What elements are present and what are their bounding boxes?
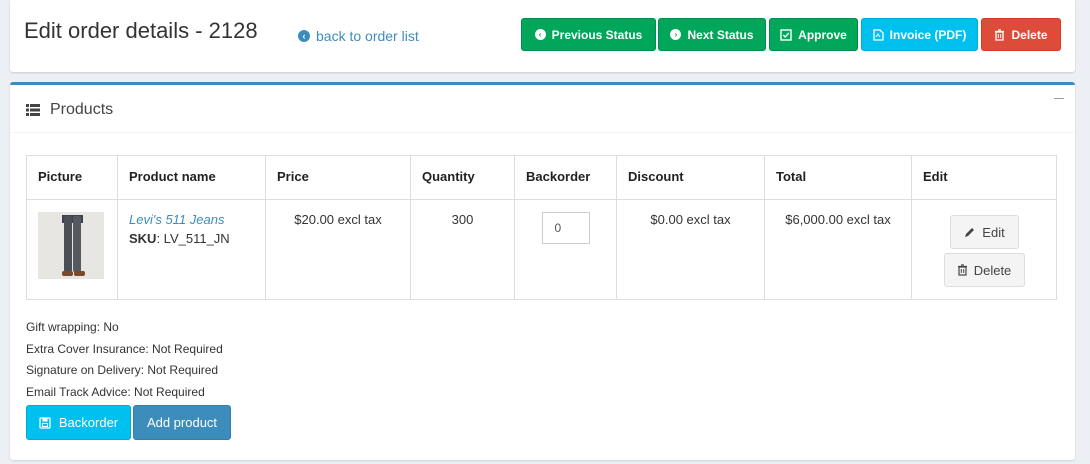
edit-label: Edit: [982, 224, 1005, 240]
add-product-label: Add product: [146, 415, 218, 430]
column-header: Total: [764, 155, 912, 200]
sku-label: SKU: [129, 231, 157, 246]
delete-order-button[interactable]: Delete: [981, 18, 1061, 51]
column-header: Quantity: [410, 155, 515, 200]
price-cell: $20.00 excl tax: [265, 199, 411, 300]
signature-on-delivery-text: Signature on Delivery: Not Required: [26, 363, 219, 377]
product-sku: SKU: LV_511_JN: [129, 231, 254, 246]
invoice-pdf-button[interactable]: Invoice (PDF): [861, 18, 978, 51]
floppy-disk-icon: [39, 416, 51, 429]
products-box-title: Products: [26, 101, 113, 119]
arrow-circle-left-icon: ‹: [298, 30, 310, 42]
page-title: Edit order details - 2128: [24, 18, 258, 43]
back-to-order-list-link[interactable]: ‹ back to order list: [298, 28, 419, 44]
product-image: [38, 212, 104, 279]
column-header: Backorder: [514, 155, 617, 200]
edit-product-button[interactable]: Edit: [949, 215, 1019, 249]
approve-button[interactable]: Approve: [769, 18, 858, 51]
sku-value: : LV_511_JN: [156, 231, 230, 246]
trash-icon: [957, 264, 967, 276]
order-options: Gift wrapping: No Extra Cover Insurance:…: [26, 317, 223, 403]
extra-cover-insurance-text: Extra Cover Insurance: Not Required: [26, 341, 223, 356]
next-status-label: Next Status: [687, 27, 754, 42]
file-pdf-icon: [873, 28, 884, 41]
delete-product-label: Delete: [973, 262, 1012, 278]
products-title-label: Products: [50, 101, 114, 118]
backorder-button[interactable]: Backorder: [26, 405, 131, 440]
gift-wrapping-text: Gift wrapping: No: [26, 320, 119, 334]
arrow-circle-right-icon: ›: [670, 29, 682, 40]
backorder-label: Backorder: [58, 415, 119, 430]
invoice-label: Invoice (PDF): [889, 27, 967, 42]
delete-label: Delete: [1011, 27, 1048, 42]
approve-label: Approve: [798, 27, 847, 42]
back-link-label: back to order list: [316, 28, 419, 44]
quantity-cell: 300: [410, 199, 515, 300]
table-header-row: Picture Product name Price Quantity Back…: [26, 155, 1057, 200]
backorder-input[interactable]: [541, 212, 590, 244]
edit-cell: Edit Delete: [911, 199, 1057, 300]
previous-status-label: Previous Status: [551, 27, 643, 42]
table-row: Levi's 511 Jeans SKU: LV_511_JN $20.00 e…: [26, 199, 1057, 300]
discount-cell: $0.00 excl tax: [616, 199, 765, 300]
pencil-icon: [965, 227, 975, 237]
column-header: Edit: [911, 155, 1057, 200]
previous-status-button[interactable]: ‹ Previous Status: [521, 18, 656, 51]
column-header: Product name: [117, 155, 266, 200]
products-box: Products Picture Product name Price Quan…: [10, 82, 1075, 460]
products-box-header: Products: [10, 85, 1075, 133]
backorder-cell: [514, 199, 617, 300]
product-name-link[interactable]: Levi's 511 Jeans: [129, 212, 254, 227]
products-table: Picture Product name Price Quantity Back…: [26, 155, 1057, 300]
arrow-circle-left-icon: ‹: [534, 29, 546, 40]
list-icon: [26, 104, 40, 116]
next-status-button[interactable]: › Next Status: [658, 18, 766, 51]
check-square-icon: [780, 28, 792, 41]
trash-icon: [994, 28, 1005, 41]
email-track-advice-text: Email Track Advice: Not Required: [26, 384, 205, 399]
collapse-minus-icon[interactable]: [1051, 91, 1067, 105]
total-cell: $6,000.00 excl tax: [764, 199, 912, 300]
delete-product-button[interactable]: Delete: [943, 253, 1025, 287]
column-header: Discount: [616, 155, 765, 200]
product-name-cell: Levi's 511 Jeans SKU: LV_511_JN: [117, 199, 266, 300]
picture-cell: [26, 199, 118, 300]
column-header: Price: [265, 155, 411, 200]
add-product-button[interactable]: Add product: [133, 405, 231, 440]
column-header: Picture: [26, 155, 118, 200]
